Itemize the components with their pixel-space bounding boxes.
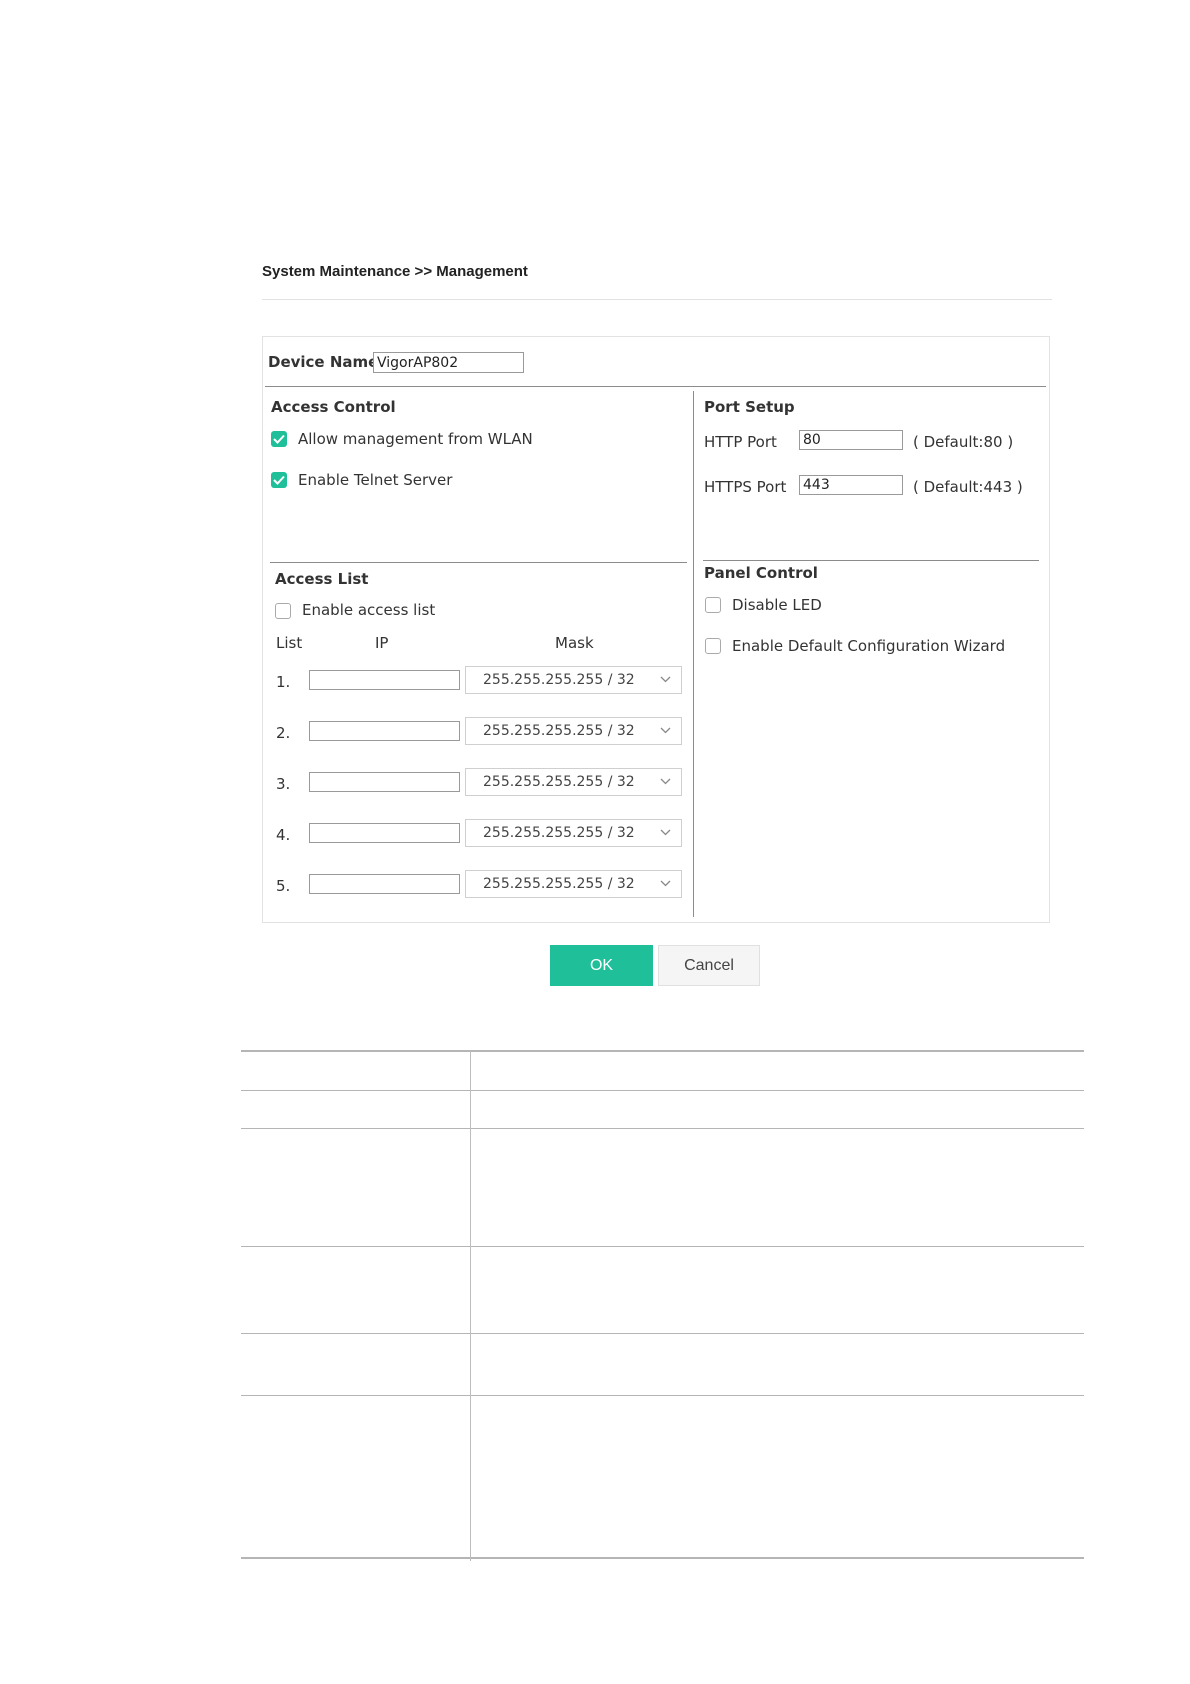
ok-button[interactable]: OK <box>550 945 653 986</box>
device-name-divider <box>265 386 1046 387</box>
mask-select[interactable]: 255.255.255.255 / 32 <box>465 717 682 745</box>
checkmark-icon <box>273 434 285 444</box>
mask-select-value: 255.255.255.255 / 32 <box>483 876 635 892</box>
table-row-divider <box>241 1395 1084 1396</box>
http-port-label: HTTP Port <box>704 433 777 451</box>
https-port-default: ( Default:443 ) <box>913 478 1023 496</box>
access-list-title: Access List <box>275 570 369 588</box>
ip-column-header: IP <box>375 634 389 652</box>
http-port-input[interactable] <box>799 430 903 450</box>
list-column-header: List <box>276 634 303 652</box>
https-port-label: HTTPS Port <box>704 478 787 496</box>
mask-select-value: 255.255.255.255 / 32 <box>483 723 635 739</box>
access-control-title: Access Control <box>271 398 396 416</box>
chevron-down-icon <box>660 727 671 734</box>
row-number: 4. <box>276 826 291 844</box>
allow-wlan-label: Allow management from WLAN <box>298 430 533 448</box>
row-number: 5. <box>276 877 291 895</box>
breadcrumb: System Maintenance >> Management <box>262 263 528 280</box>
chevron-down-icon <box>660 829 671 836</box>
access-ip-input[interactable] <box>309 823 460 843</box>
row-number: 3. <box>276 775 291 793</box>
device-name-input[interactable] <box>373 352 524 373</box>
enable-wizard-checkbox[interactable] <box>705 638 721 654</box>
disable-led-label: Disable LED <box>732 596 822 614</box>
mask-select[interactable]: 255.255.255.255 / 32 <box>465 870 682 898</box>
mask-select[interactable]: 255.255.255.255 / 32 <box>465 819 682 847</box>
breadcrumb-divider <box>262 299 1052 300</box>
mask-column-header: Mask <box>555 634 594 652</box>
port-setup-title: Port Setup <box>704 398 795 416</box>
mask-select[interactable]: 255.255.255.255 / 32 <box>465 666 682 694</box>
enable-access-list-label: Enable access list <box>302 601 436 619</box>
mask-select-value: 255.255.255.255 / 32 <box>483 672 635 688</box>
table-row-divider <box>241 1246 1084 1247</box>
chevron-down-icon <box>660 676 671 683</box>
table-column-divider <box>470 1051 471 1561</box>
access-ip-input[interactable] <box>309 721 460 741</box>
panel-control-title: Panel Control <box>704 564 818 582</box>
mask-select[interactable]: 255.255.255.255 / 32 <box>465 768 682 796</box>
device-name-label: Device Name <box>268 353 379 371</box>
enable-access-list-checkbox[interactable] <box>275 603 291 619</box>
access-list-divider <box>270 562 687 563</box>
enable-telnet-checkbox[interactable] <box>271 472 287 488</box>
panel-control-divider <box>703 560 1039 561</box>
table-bottom-border <box>241 1557 1084 1559</box>
table-row-divider <box>241 1128 1084 1129</box>
table-top-border <box>241 1050 1084 1052</box>
https-port-input[interactable] <box>799 475 903 495</box>
chevron-down-icon <box>660 778 671 785</box>
enable-telnet-label: Enable Telnet Server <box>298 471 453 489</box>
http-port-default: ( Default:80 ) <box>913 433 1014 451</box>
chevron-down-icon <box>660 880 671 887</box>
cancel-button[interactable]: Cancel <box>658 945 760 986</box>
access-ip-input[interactable] <box>309 772 460 792</box>
column-divider <box>693 391 694 917</box>
table-row-divider <box>241 1333 1084 1334</box>
table-row-divider <box>241 1090 1084 1091</box>
row-number: 2. <box>276 724 291 742</box>
mask-select-value: 255.255.255.255 / 32 <box>483 825 635 841</box>
disable-led-checkbox[interactable] <box>705 597 721 613</box>
access-ip-input[interactable] <box>309 670 460 690</box>
mask-select-value: 255.255.255.255 / 32 <box>483 774 635 790</box>
enable-wizard-label: Enable Default Configuration Wizard <box>732 637 1006 655</box>
allow-wlan-checkbox[interactable] <box>271 431 287 447</box>
row-number: 1. <box>276 673 291 691</box>
checkmark-icon <box>273 475 285 485</box>
access-ip-input[interactable] <box>309 874 460 894</box>
